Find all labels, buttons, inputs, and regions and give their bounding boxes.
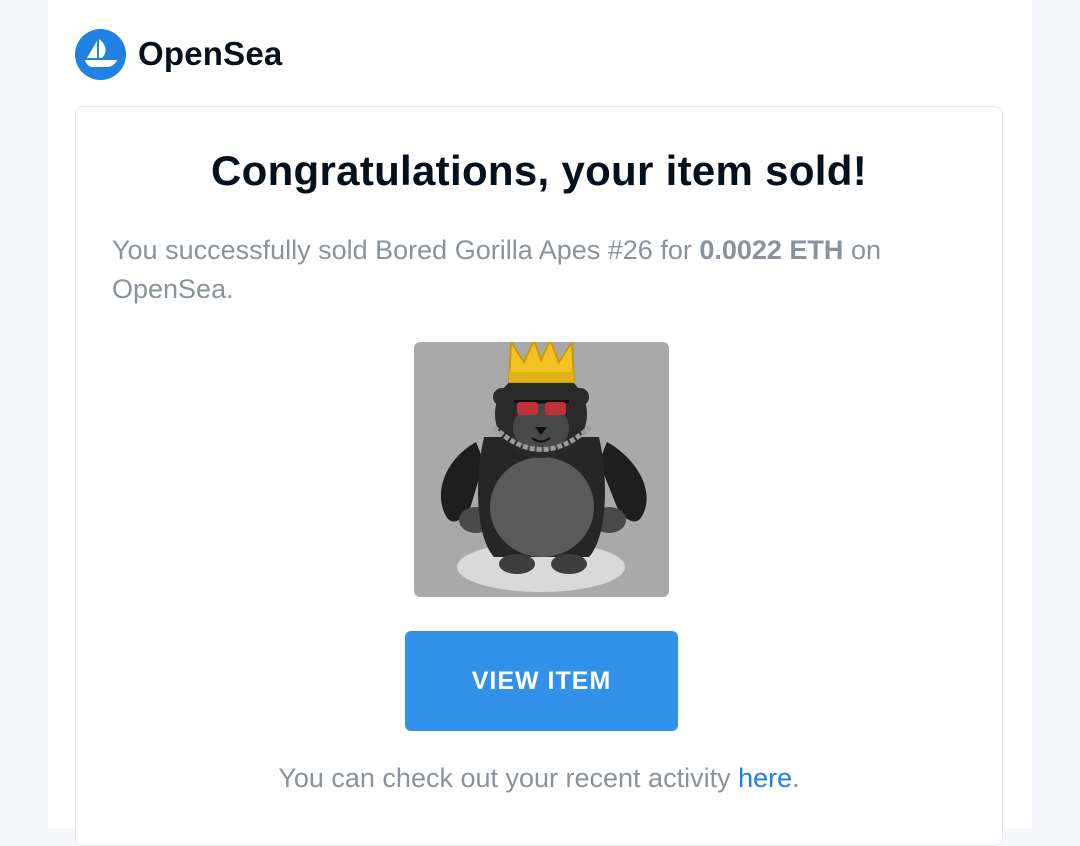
activity-note-end: . bbox=[792, 763, 800, 793]
sale-message: You successfully sold Bored Gorilla Apes… bbox=[112, 231, 968, 309]
activity-note-text: You can check out your recent activity bbox=[278, 763, 739, 793]
message-prefix: You successfully sold Bored Gorilla Apes… bbox=[112, 235, 700, 265]
gorilla-nft-image bbox=[414, 342, 669, 597]
sale-price: 0.0022 ETH bbox=[699, 235, 844, 265]
email-title: Congratulations, your item sold! bbox=[211, 147, 867, 194]
brand-name: OpenSea bbox=[138, 35, 283, 72]
opensea-boat-icon bbox=[75, 28, 126, 80]
activity-link[interactable]: here bbox=[738, 763, 792, 793]
email-page: OpenSea Congratulations, your item sold!… bbox=[48, 0, 1032, 846]
view-item-button[interactable]: VIEW ITEM bbox=[405, 631, 678, 731]
activity-note: You can check out your recent activity h… bbox=[76, 763, 1002, 794]
sale-card: Congratulations, your item sold! You suc… bbox=[75, 106, 1003, 846]
email-header: OpenSea bbox=[75, 28, 282, 80]
